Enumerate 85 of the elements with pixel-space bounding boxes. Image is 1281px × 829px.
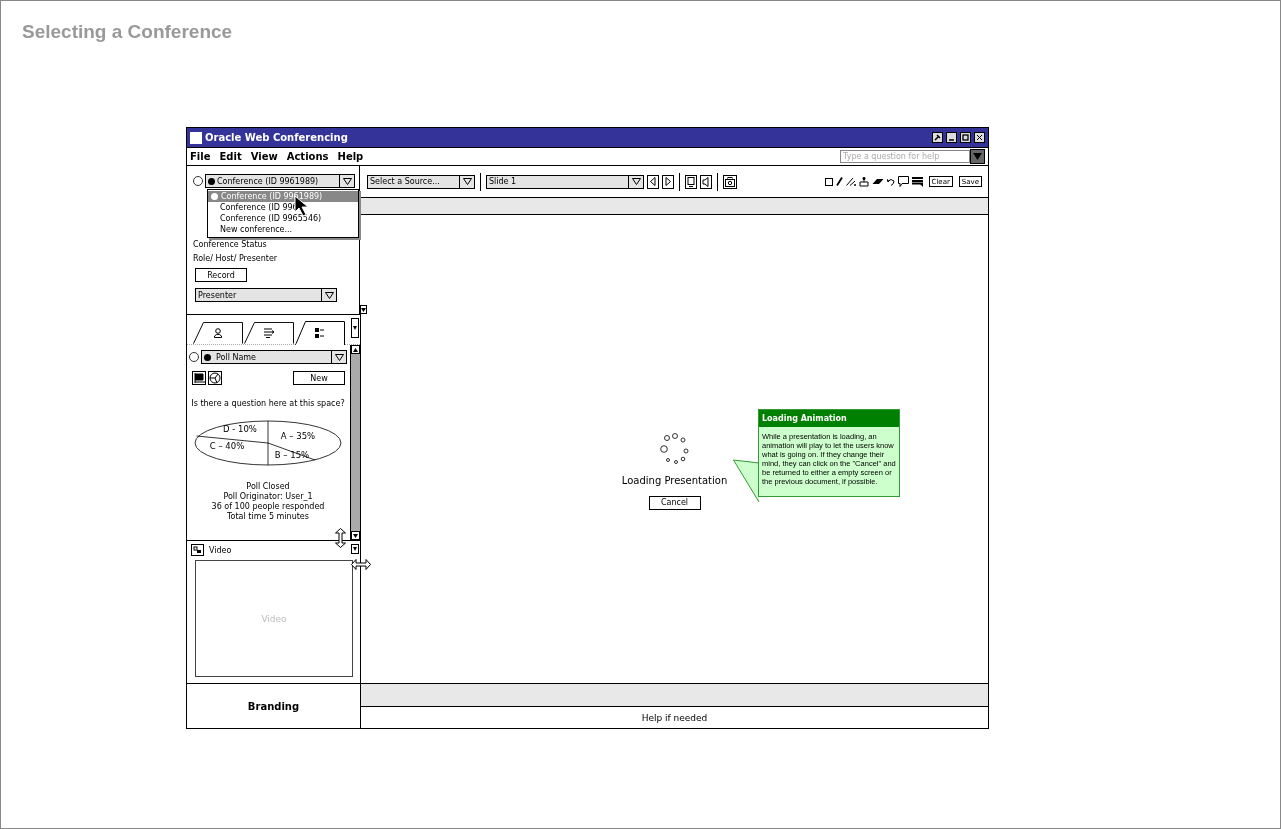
close-icon [976, 134, 983, 141]
eraser-tool-icon[interactable] [871, 178, 884, 185]
poll-status-line: Poll Originator: User_1 [222, 492, 314, 502]
down-arrow-icon [353, 547, 357, 551]
new-poll-button[interactable]: New [293, 371, 345, 385]
caret-icon [462, 178, 472, 185]
panel-tab[interactable] [193, 322, 243, 344]
menu-item[interactable]: View [250, 151, 278, 162]
poll-dropdown[interactable]: Poll Name [201, 350, 347, 364]
video-title: Video [209, 545, 232, 555]
panel-tab[interactable] [244, 322, 294, 344]
bullet-icon [204, 353, 211, 361]
slice-label: A – 35% [280, 431, 316, 441]
speaker-button[interactable] [700, 174, 712, 189]
maximize-button[interactable] [960, 132, 971, 143]
app-icon [190, 131, 202, 144]
page-title: Selecting a Conference [22, 21, 233, 43]
radio-button[interactable] [193, 176, 203, 186]
monitor-button[interactable] [685, 174, 697, 189]
pin-icon [934, 134, 941, 141]
scrollbar[interactable] [350, 345, 360, 540]
close-button[interactable] [974, 132, 985, 143]
menu-option[interactable]: New conference... [208, 224, 358, 235]
help-text: Help if needed [641, 712, 708, 723]
caret-icon [973, 152, 982, 160]
video-label: Video [261, 613, 287, 624]
text-lines-icon[interactable] [911, 176, 923, 187]
poll-status-line: Total time 5 minutes [226, 512, 310, 522]
caret-icon [342, 177, 352, 185]
menu-item[interactable]: Edit [219, 151, 242, 162]
radio-button[interactable] [189, 352, 199, 362]
menu-item[interactable]: File [190, 151, 211, 162]
speech-bubble-icon[interactable] [897, 176, 909, 187]
dropdown-button[interactable] [970, 148, 985, 164]
steering-wheel-button[interactable] [208, 371, 222, 385]
slide-dropdown[interactable]: Slide 1 [486, 174, 644, 189]
poll-icon [315, 327, 325, 338]
person-icon [214, 327, 222, 338]
scroll-button[interactable] [351, 544, 359, 554]
role-label: Role/ Host/ Presenter [193, 254, 279, 263]
rectangle-tool-icon[interactable] [824, 177, 833, 186]
scroll-button[interactable] [351, 318, 359, 338]
panel-tab[interactable] [295, 321, 345, 345]
menu-item[interactable]: Actions [286, 151, 329, 162]
poll-status-line: 36 of 100 people responded [210, 502, 326, 512]
down-arrow-icon [353, 533, 358, 538]
conference-status: Conference Status [193, 240, 268, 249]
pin-button[interactable] [932, 132, 943, 143]
cancel-button[interactable]: Cancel [648, 495, 701, 510]
poll-status-line: Poll Closed [245, 482, 291, 492]
up-arrow-icon [353, 347, 358, 352]
pen-tool-icon[interactable] [835, 177, 843, 186]
down-arrow-icon [361, 307, 366, 312]
undo-icon[interactable] [886, 177, 895, 186]
stamp-tool-icon[interactable] [858, 176, 869, 187]
flag-button[interactable] [192, 371, 206, 385]
poll-question: Is there a question here at this space? [190, 399, 346, 408]
record-button[interactable]: Record [195, 268, 247, 282]
video-icon [191, 544, 204, 556]
caret-icon [324, 291, 334, 299]
camera-button[interactable] [723, 174, 737, 189]
maximize-icon [962, 134, 969, 141]
down-arrow-icon [353, 326, 357, 330]
slice-label: C – 40% [209, 441, 245, 451]
menu-item[interactable]: Help [337, 151, 364, 162]
help-search-field[interactable]: Type a question for help [840, 149, 970, 163]
caret-icon [631, 178, 641, 185]
role-dropdown[interactable]: Presenter [195, 288, 337, 302]
bullet-icon [211, 193, 218, 200]
menu-option[interactable]: Conference (ID 9965546) [208, 213, 358, 224]
minimize-button[interactable] [946, 132, 957, 143]
conference-dropdown[interactable]: Conference (ID 9961989) [205, 174, 355, 188]
list-icon [263, 327, 275, 338]
next-button[interactable] [662, 174, 674, 189]
window-title: Oracle Web Conferencing [205, 132, 349, 143]
loading-label: Loading Presentation [621, 474, 728, 486]
line-tool-icon[interactable] [845, 177, 856, 186]
callout-title: Loading Animation [759, 410, 899, 427]
caret-icon [334, 353, 344, 361]
source-dropdown[interactable]: Select a Source... [367, 174, 475, 189]
bullet-icon [208, 177, 215, 185]
slice-label: D - 10% [223, 424, 257, 434]
spinner-icon [657, 432, 692, 465]
menu-option[interactable]: Conference (ID 9961989) [208, 191, 358, 202]
previous-button[interactable] [647, 174, 659, 189]
